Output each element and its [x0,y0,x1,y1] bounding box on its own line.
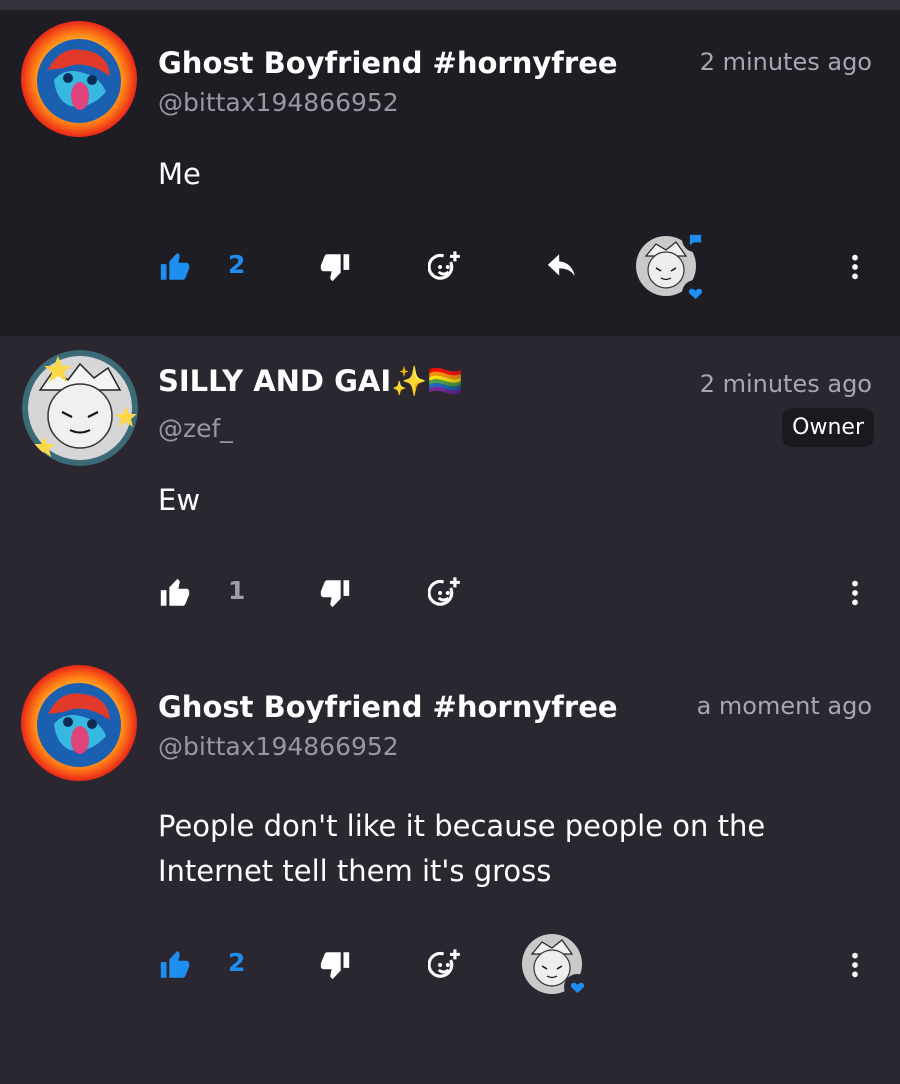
username[interactable]: Ghost Boyfriend #hornyfree [158,46,618,80]
dislike-button[interactable] [318,948,352,982]
like-button[interactable] [158,250,192,284]
reply-button[interactable] [545,250,579,284]
more-vertical-icon [852,952,858,978]
comment-item: SILLY AND GAI✨🏳️‍🌈 @zef_ 2 minutes ago O… [0,336,900,654]
comment-item: Ghost Boyfriend #hornyfree @bittax194866… [0,654,900,1084]
username[interactable]: SILLY AND GAI✨🏳️‍🌈 [158,364,463,399]
add-reaction-icon [428,251,460,280]
reply-icon [547,254,575,277]
heart-icon [570,982,584,993]
thumbs-down-icon [320,580,350,608]
dislike-button[interactable] [318,576,352,610]
more-options-button[interactable] [840,948,870,982]
thumbs-up-icon [160,578,190,606]
comment-item: Ghost Boyfriend #hornyfree @bittax194866… [0,10,900,336]
heart-badge [682,280,708,306]
thumbs-up-icon [160,950,190,978]
chat-bubble-icon [689,234,701,245]
thumbs-down-icon [320,254,350,282]
comment-actions: 2 [0,934,900,1000]
dislike-button[interactable] [318,250,352,284]
comment-text: Me [158,157,201,191]
add-reaction-icon [428,949,460,978]
more-vertical-icon [852,580,858,606]
comment-text: People don't like it because people on t… [158,809,766,888]
owner-badge: Owner [782,408,874,447]
avatar[interactable] [20,664,138,782]
creator-heart-avatar[interactable] [522,934,590,1000]
add-reaction-button[interactable] [428,948,462,982]
thumbs-up-icon [160,252,190,280]
like-count: 1 [228,576,246,605]
timestamp: 2 minutes ago [699,370,872,398]
like-button[interactable] [158,576,192,610]
comment-actions: 2 [0,226,900,306]
add-reaction-button[interactable] [428,576,462,610]
username[interactable]: Ghost Boyfriend #hornyfree [158,690,618,724]
creator-heart-avatar[interactable] [636,226,708,306]
like-count: 2 [228,948,246,977]
heart-badge [564,974,590,1000]
timestamp: a moment ago [696,692,872,720]
add-reaction-button[interactable] [428,250,462,284]
avatar[interactable] [20,20,138,138]
user-handle: @zef_ [158,414,233,443]
user-handle: @bittax194866952 [158,732,399,761]
like-button[interactable] [158,948,192,982]
timestamp: 2 minutes ago [699,48,872,76]
more-options-button[interactable] [840,576,870,610]
heart-icon [688,288,702,299]
comment-text: Ew [158,483,201,517]
thumbs-down-icon [320,952,350,980]
top-divider [0,0,900,10]
comment-actions: 1 [0,562,900,622]
user-handle: @bittax194866952 [158,88,399,117]
reply-badge [682,226,708,252]
avatar[interactable] [22,350,138,466]
more-vertical-icon [852,254,858,280]
more-options-button[interactable] [840,250,870,284]
add-reaction-icon [428,577,460,606]
like-count: 2 [228,250,246,279]
